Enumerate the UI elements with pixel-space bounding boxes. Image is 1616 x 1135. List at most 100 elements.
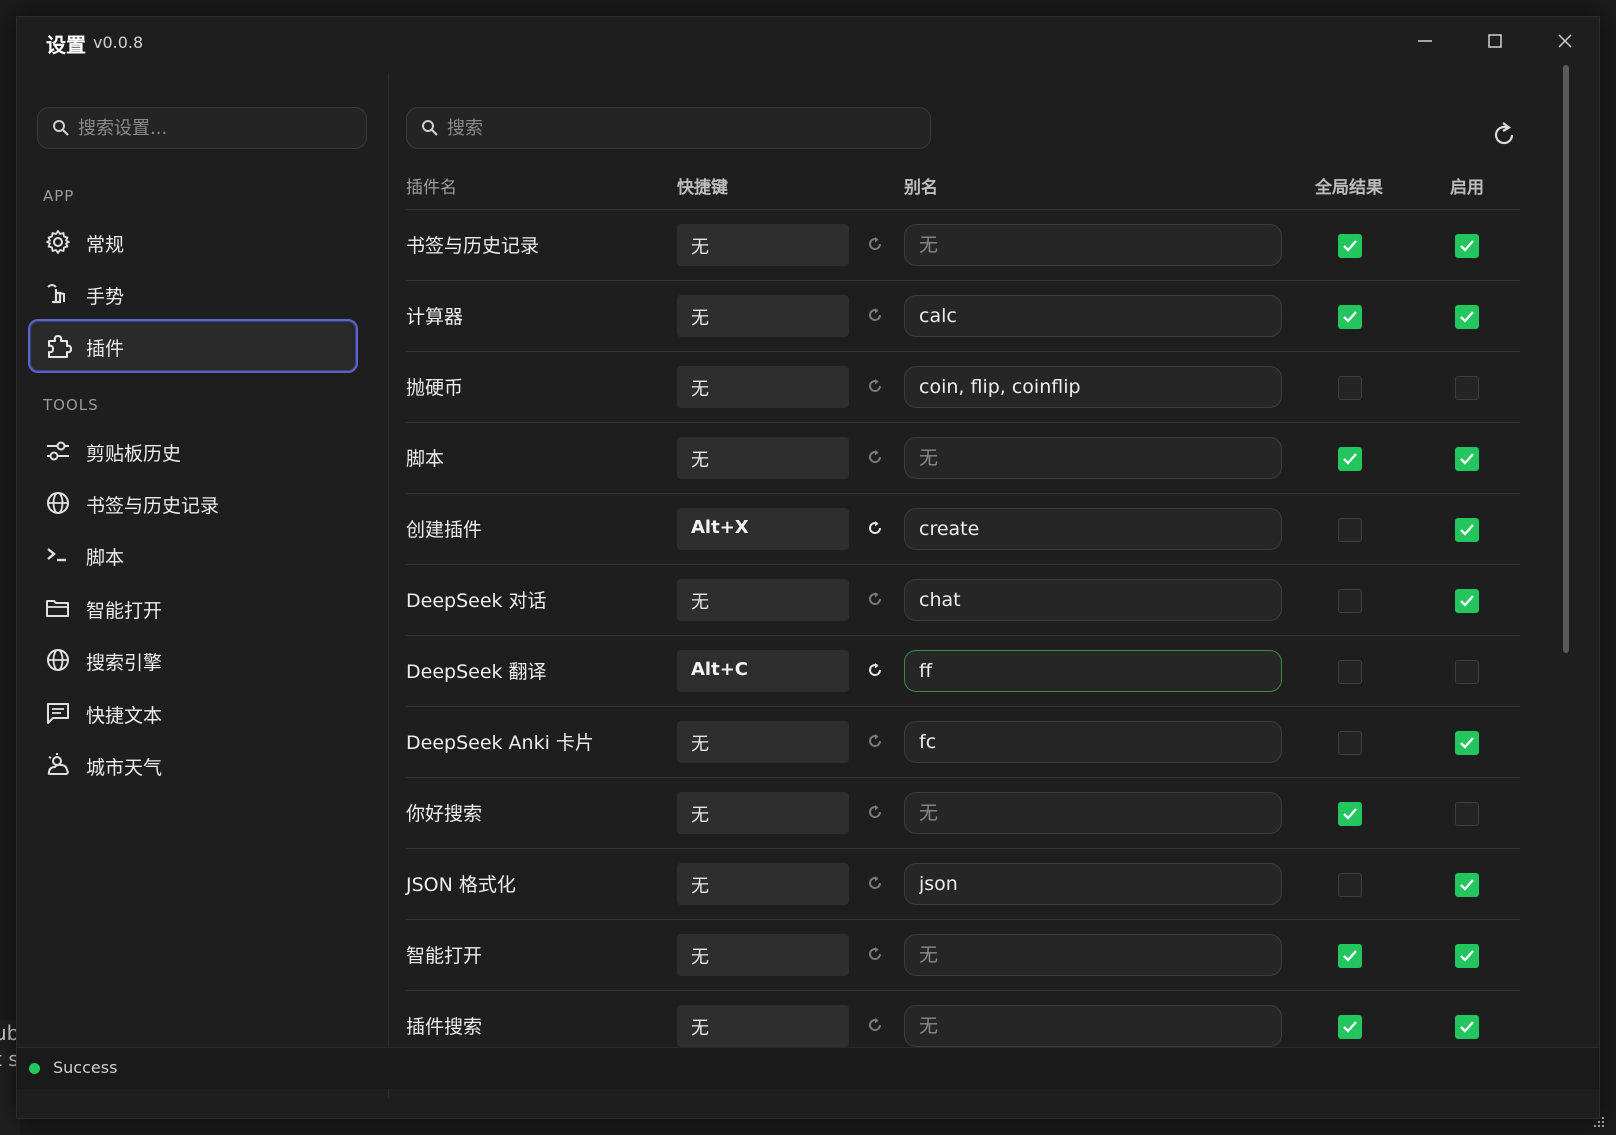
hotkey-field[interactable]: 无	[677, 934, 849, 976]
terminal-icon	[47, 548, 66, 562]
sidebar-item-city-weather[interactable]: 城市天气	[28, 738, 358, 792]
plugin-search-box[interactable]	[406, 107, 931, 149]
alias-input[interactable]	[904, 437, 1282, 479]
global-results-checkbox[interactable]	[1338, 944, 1362, 968]
sidebar-item-label: 常规	[86, 234, 125, 256]
scrollbar-thumb[interactable]	[1563, 65, 1569, 653]
reset-hotkey-icon[interactable]	[865, 660, 885, 680]
column-header-hotkey: 快捷键	[677, 178, 728, 198]
alias-input[interactable]	[904, 224, 1282, 266]
alias-input[interactable]	[904, 721, 1282, 763]
status-bar: Success	[17, 1047, 1599, 1089]
alias-input[interactable]	[904, 366, 1282, 408]
check-icon	[1343, 453, 1357, 465]
refresh-button[interactable]	[1488, 119, 1520, 151]
alias-input[interactable]	[904, 863, 1282, 905]
title-bar[interactable]: 设置 v0.0.8	[17, 17, 1599, 73]
close-button[interactable]	[1547, 27, 1583, 57]
alias-input[interactable]	[904, 1005, 1282, 1047]
maximize-button[interactable]	[1477, 27, 1513, 57]
alias-input[interactable]	[904, 650, 1282, 692]
plugin-name: DeepSeek 翻译	[406, 661, 547, 683]
reset-hotkey-icon[interactable]	[865, 802, 885, 822]
sidebar-item-bookmarks[interactable]: 书签与历史记录	[28, 476, 358, 530]
search-icon	[422, 120, 438, 136]
plugins-panel: 插件名 快捷键 别名 全局结果 启用 书签与历史记录无计算器无抛硬币无脚本无创建…	[390, 73, 1601, 1098]
hotkey-field[interactable]: 无	[677, 863, 849, 905]
sidebar-item-gesture[interactable]: 手势	[28, 267, 358, 321]
version-label: v0.0.8	[93, 33, 144, 52]
enabled-checkbox[interactable]	[1455, 589, 1479, 613]
sidebar-item-plugins[interactable]: 插件	[28, 319, 358, 373]
alias-input[interactable]	[904, 295, 1282, 337]
reset-hotkey-icon[interactable]	[865, 447, 885, 467]
sidebar-item-general[interactable]: 常规	[28, 215, 358, 269]
global-results-checkbox[interactable]	[1338, 802, 1362, 826]
global-results-checkbox[interactable]	[1338, 731, 1362, 755]
enabled-checkbox[interactable]	[1455, 305, 1479, 329]
enabled-checkbox[interactable]	[1455, 873, 1479, 897]
global-results-checkbox[interactable]	[1338, 305, 1362, 329]
search-icon	[53, 120, 69, 136]
hotkey-field[interactable]: 无	[677, 579, 849, 621]
resize-grip-icon[interactable]	[1590, 1115, 1606, 1131]
check-icon	[1343, 808, 1357, 820]
puzzle-icon	[48, 335, 72, 358]
enabled-checkbox[interactable]	[1455, 802, 1479, 826]
enabled-checkbox[interactable]	[1455, 944, 1479, 968]
hotkey-field[interactable]: 无	[677, 224, 849, 266]
enabled-checkbox[interactable]	[1455, 447, 1479, 471]
reset-hotkey-icon[interactable]	[865, 873, 885, 893]
reset-hotkey-icon[interactable]	[865, 305, 885, 325]
enabled-checkbox[interactable]	[1455, 660, 1479, 684]
plugin-name: 智能打开	[406, 945, 483, 967]
reset-hotkey-icon[interactable]	[865, 518, 885, 538]
global-results-checkbox[interactable]	[1338, 234, 1362, 258]
plugin-search-input[interactable]	[447, 114, 917, 142]
enabled-checkbox[interactable]	[1455, 1015, 1479, 1039]
reset-hotkey-icon[interactable]	[865, 944, 885, 964]
sidebar-item-clipboard-history[interactable]: 剪贴板历史	[28, 424, 358, 478]
reset-hotkey-icon[interactable]	[865, 376, 885, 396]
sidebar-item-label: 手势	[86, 286, 125, 308]
sidebar-item-smart-open[interactable]: 智能打开	[28, 581, 358, 635]
hotkey-field[interactable]: 无	[677, 792, 849, 834]
hotkey-field[interactable]: 无	[677, 1005, 849, 1047]
global-results-checkbox[interactable]	[1338, 447, 1362, 471]
hotkey-field[interactable]: 无	[677, 721, 849, 763]
enabled-checkbox[interactable]	[1455, 518, 1479, 542]
alias-input[interactable]	[904, 792, 1282, 834]
hotkey-field[interactable]: 无	[677, 366, 849, 408]
plugin-name: DeepSeek 对话	[406, 590, 547, 612]
section-label-tools: TOOLS	[43, 396, 99, 414]
global-results-checkbox[interactable]	[1338, 1015, 1362, 1039]
gear-icon	[46, 230, 70, 254]
sidebar-item-search-engines[interactable]: 搜索引擎	[28, 633, 358, 687]
global-results-checkbox[interactable]	[1338, 660, 1362, 684]
hotkey-field[interactable]: Alt+C	[677, 650, 849, 692]
minimize-button[interactable]	[1407, 27, 1443, 57]
settings-search-input[interactable]	[78, 114, 358, 142]
check-icon	[1460, 453, 1474, 465]
enabled-checkbox[interactable]	[1455, 376, 1479, 400]
refresh-icon	[1494, 122, 1514, 145]
enabled-checkbox[interactable]	[1455, 234, 1479, 258]
hotkey-field[interactable]: Alt+X	[677, 508, 849, 550]
reset-hotkey-icon[interactable]	[865, 731, 885, 751]
hotkey-field[interactable]: 无	[677, 437, 849, 479]
global-results-checkbox[interactable]	[1338, 589, 1362, 613]
global-results-checkbox[interactable]	[1338, 873, 1362, 897]
reset-hotkey-icon[interactable]	[865, 1015, 885, 1035]
hotkey-field[interactable]: 无	[677, 295, 849, 337]
reset-hotkey-icon[interactable]	[865, 234, 885, 254]
global-results-checkbox[interactable]	[1338, 376, 1362, 400]
reset-hotkey-icon[interactable]	[865, 589, 885, 609]
sidebar-item-scripts[interactable]: 脚本	[28, 528, 358, 582]
settings-search-box[interactable]	[37, 107, 367, 149]
alias-input[interactable]	[904, 934, 1282, 976]
sidebar-item-quick-text[interactable]: 快捷文本	[28, 686, 358, 740]
alias-input[interactable]	[904, 508, 1282, 550]
global-results-checkbox[interactable]	[1338, 518, 1362, 542]
alias-input[interactable]	[904, 579, 1282, 621]
enabled-checkbox[interactable]	[1455, 731, 1479, 755]
